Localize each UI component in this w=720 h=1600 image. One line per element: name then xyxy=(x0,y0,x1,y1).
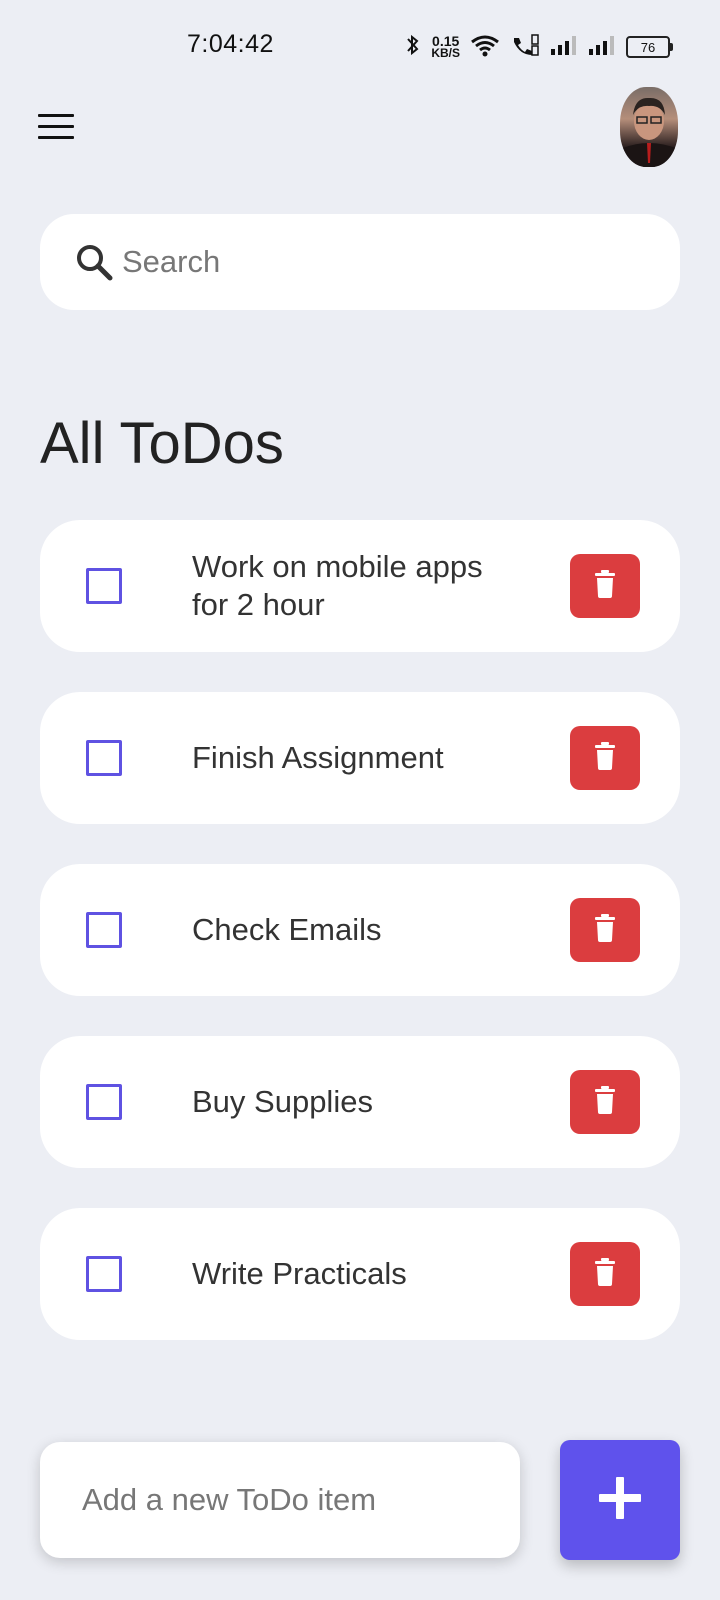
todo-item: Finish Assignment xyxy=(40,692,680,824)
trash-icon xyxy=(594,913,616,947)
add-todo-button[interactable] xyxy=(560,1440,680,1560)
delete-button[interactable] xyxy=(570,1242,640,1306)
status-icons: 0.15 KB/S 76 xyxy=(405,30,673,64)
status-bar: 7:04:42 0.15 KB/S 76 xyxy=(0,0,720,92)
signal-icon xyxy=(588,34,616,61)
todo-checkbox[interactable] xyxy=(86,568,122,604)
plus-icon xyxy=(599,1476,641,1524)
search-input[interactable] xyxy=(120,243,644,281)
volte-call-icon xyxy=(510,33,540,62)
network-speed: 0.15 KB/S xyxy=(431,33,460,60)
todo-checkbox[interactable] xyxy=(86,912,122,948)
todo-list: Work on mobile apps for 2 hour Finish As… xyxy=(40,520,680,1380)
todo-item: Work on mobile apps for 2 hour xyxy=(40,520,680,652)
delete-button[interactable] xyxy=(570,1070,640,1134)
wifi-icon xyxy=(470,33,500,62)
delete-button[interactable] xyxy=(570,726,640,790)
status-time: 7:04:42 xyxy=(187,30,274,58)
signal-icon xyxy=(550,34,578,61)
page-title: All ToDos xyxy=(40,411,284,476)
trash-icon xyxy=(594,1085,616,1119)
todo-checkbox[interactable] xyxy=(86,1084,122,1120)
add-todo-field[interactable] xyxy=(40,1442,520,1558)
battery-icon: 76 xyxy=(626,36,673,58)
todo-checkbox[interactable] xyxy=(86,740,122,776)
todo-text[interactable]: Buy Supplies xyxy=(192,1036,522,1168)
todo-checkbox[interactable] xyxy=(86,1256,122,1292)
todo-item: Write Practicals xyxy=(40,1208,680,1340)
delete-button[interactable] xyxy=(570,898,640,962)
todo-item: Check Emails xyxy=(40,864,680,996)
todo-text[interactable]: Write Practicals xyxy=(192,1208,522,1340)
trash-icon xyxy=(594,569,616,603)
hamburger-menu-icon[interactable] xyxy=(38,114,74,140)
todo-item: Buy Supplies xyxy=(40,1036,680,1168)
search-bar[interactable] xyxy=(40,214,680,310)
add-todo-input[interactable] xyxy=(80,1481,504,1519)
trash-icon xyxy=(594,741,616,775)
search-icon xyxy=(74,242,114,282)
avatar[interactable] xyxy=(620,87,678,167)
delete-button[interactable] xyxy=(570,554,640,618)
todo-text[interactable]: Finish Assignment xyxy=(192,692,522,824)
trash-icon xyxy=(594,1257,616,1291)
bluetooth-icon xyxy=(405,33,421,62)
todo-text[interactable]: Check Emails xyxy=(192,864,522,996)
todo-text[interactable]: Work on mobile apps for 2 hour xyxy=(192,520,522,652)
